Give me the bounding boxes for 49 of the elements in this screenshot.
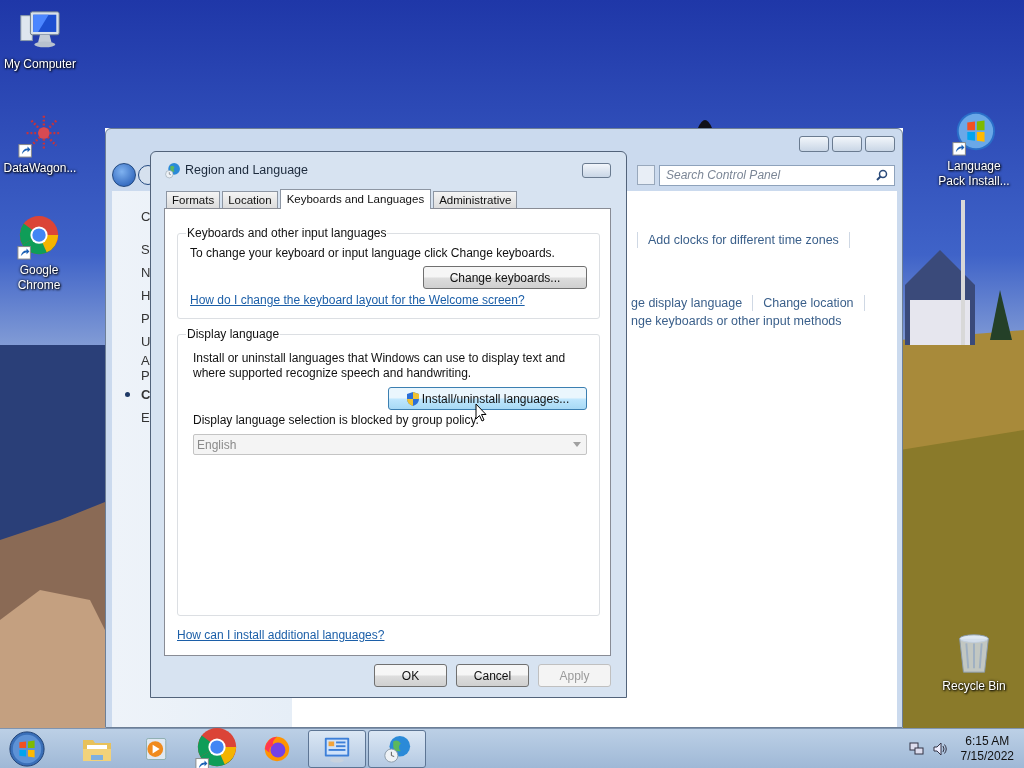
tab[interactable]: Formats [166, 191, 221, 208]
icon-label[interactable]: Recycle Bin [942, 679, 1006, 694]
help-link[interactable]: How can I install additional languages? [177, 628, 385, 642]
policy-note: Display language selection is blocked by group policy. [193, 413, 480, 428]
task-link[interactable]: ge display language [631, 296, 743, 310]
change-keyboards-button[interactable]: Change keyboards... [423, 266, 587, 289]
group-title: Keyboards and other input languages [186, 226, 388, 240]
taskbar-button[interactable] [368, 729, 426, 768]
tab[interactable]: Keyboards and Languages [279, 189, 432, 209]
search-field[interactable]: Search Control Panel [659, 164, 895, 186]
sidebar-link[interactable]: N [141, 265, 151, 280]
close-button[interactable] [865, 136, 895, 152]
close-button[interactable] [582, 162, 611, 178]
window-title: Region and Language [185, 163, 310, 177]
back-button[interactable] [112, 163, 136, 187]
icon-label[interactable]: Language Pack Install... [936, 159, 1012, 189]
windows-orb-icon[interactable] [951, 110, 997, 156]
clock-date[interactable]: 7/15/2022 [960, 748, 1014, 764]
volume-icon[interactable] [931, 740, 948, 757]
dialog-button[interactable]: OK [374, 664, 447, 687]
globe-clock-icon [164, 161, 181, 179]
task-link[interactable]: Add clocks for different time zones [648, 233, 839, 247]
tab[interactable]: Administrative [433, 191, 518, 208]
sidebar-link[interactable]: H [141, 288, 151, 303]
sidebar-link[interactable]: C [141, 209, 151, 224]
sidebar-link[interactable]: P [141, 311, 150, 326]
install-languages-button[interactable]: Install/uninstall languages... [388, 387, 587, 410]
task-link[interactable]: Change location [763, 296, 854, 310]
task-link[interactable]: nge keyboards or other input methods [631, 314, 842, 328]
clock-time[interactable]: 6:15 AM [965, 733, 1010, 749]
taskbar-button[interactable] [308, 729, 366, 768]
start-button[interactable] [8, 729, 46, 768]
shield-icon [405, 390, 420, 407]
sidebar-link[interactable]: U [141, 334, 151, 349]
sidebar-link[interactable]: C [141, 387, 151, 402]
dialog-button[interactable]: Cancel [456, 664, 529, 687]
tab[interactable]: Location [222, 191, 278, 208]
sidebar-link[interactable]: A P [141, 353, 150, 383]
minimize-button[interactable] [799, 136, 829, 152]
description-text: To change your keyboard or input language click Change keyboards. [190, 246, 556, 261]
globe-clock-icon [382, 733, 412, 764]
search-icon[interactable] [876, 169, 888, 181]
group-title: Display language [186, 327, 281, 341]
description-text: Install or uninstall languages that Windows can use to display text and where supported recognize speech and handwriting. [193, 351, 567, 381]
sidebar-link[interactable]: S [141, 242, 150, 257]
network-icon[interactable] [908, 740, 925, 757]
maximize-button[interactable] [832, 136, 862, 152]
sidebar-link[interactable]: E [141, 410, 150, 425]
help-link[interactable]: How do I change the keyboard layout for the Welcome screen? [190, 293, 525, 307]
